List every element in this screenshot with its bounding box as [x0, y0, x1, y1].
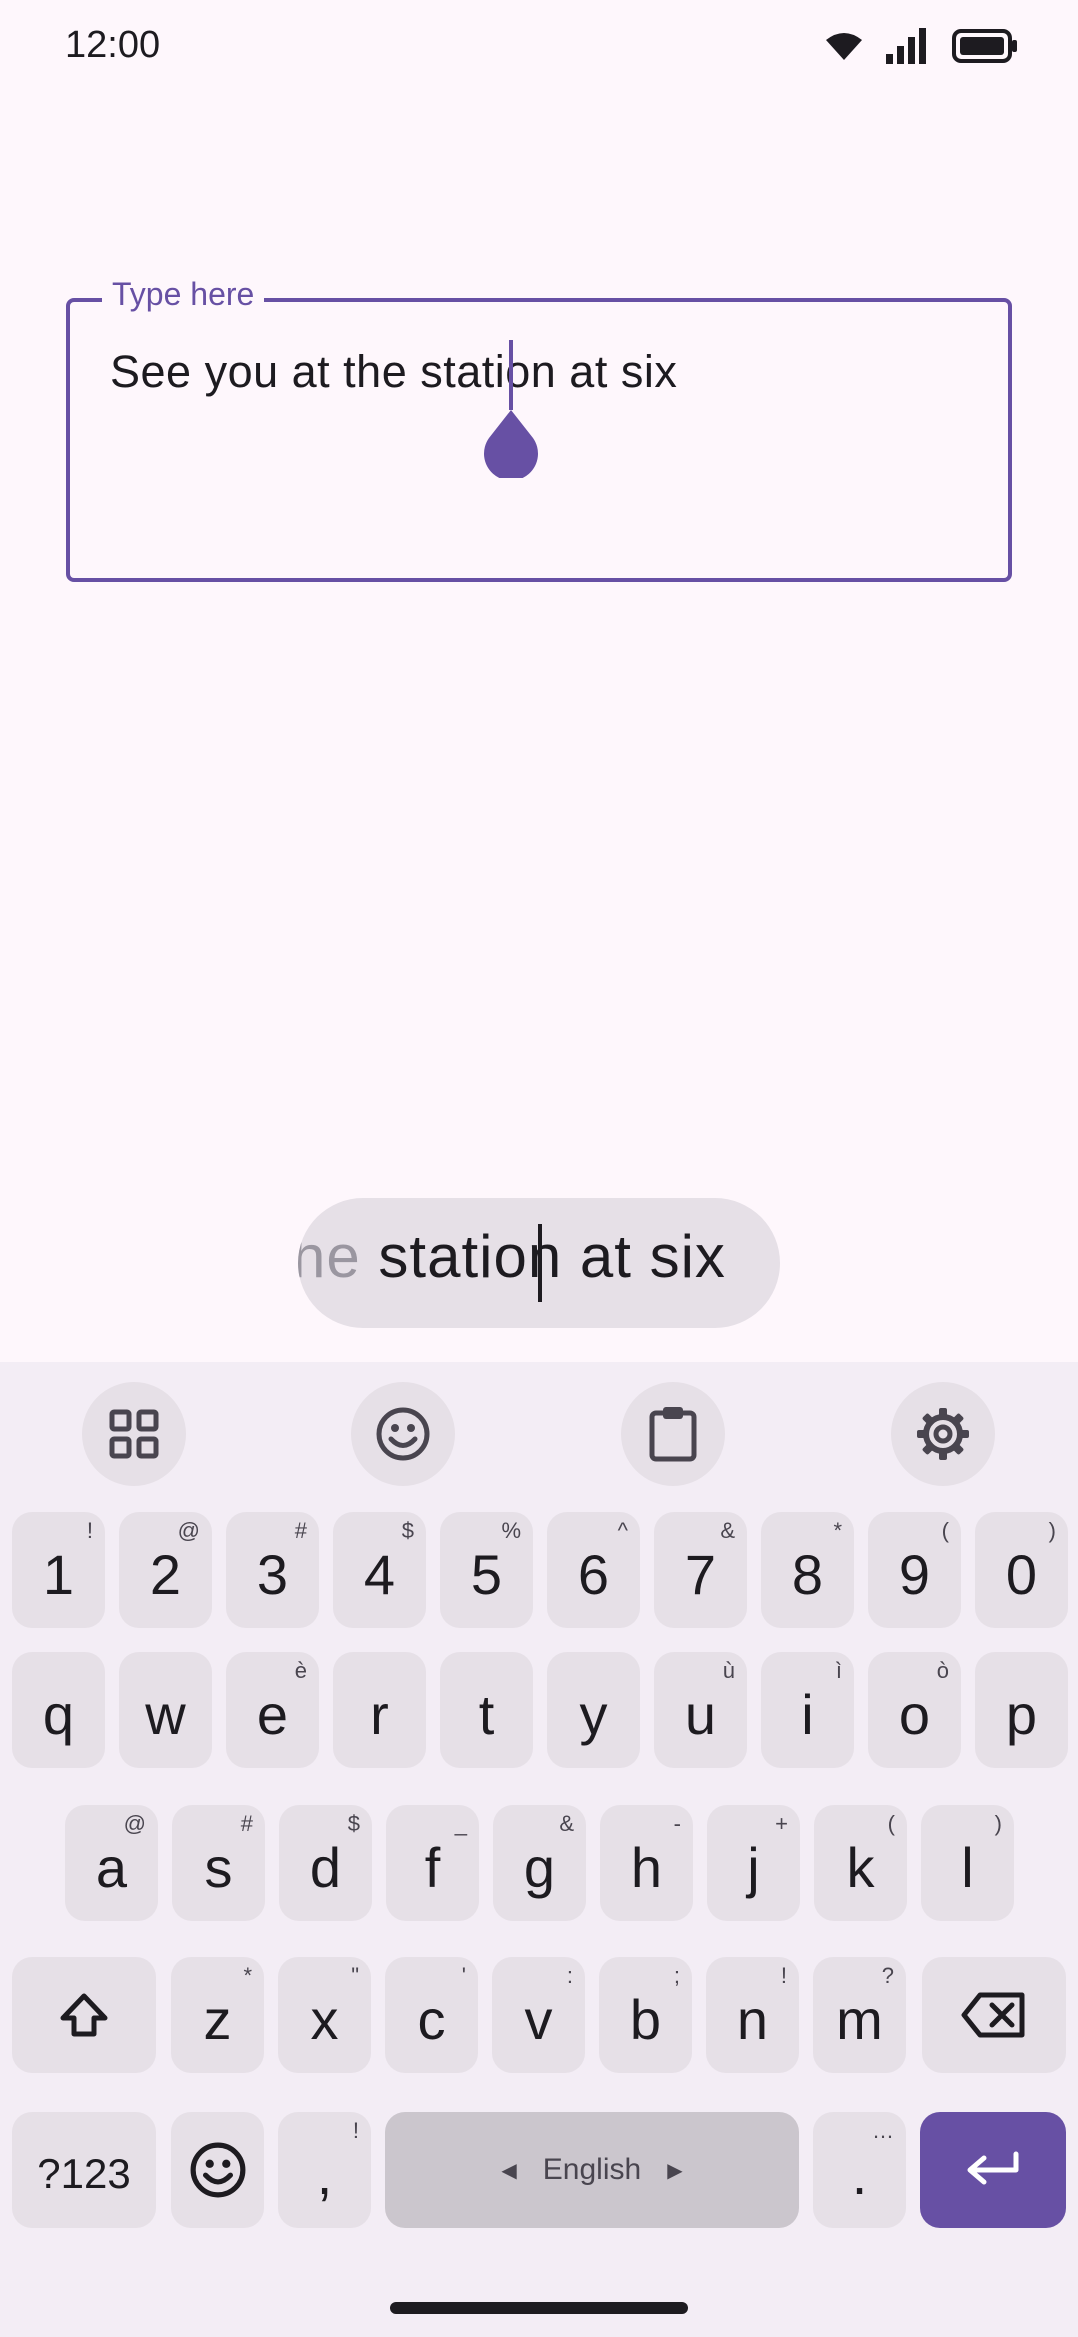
- key-4[interactable]: 4 $: [333, 1512, 426, 1628]
- key-e[interactable]: eè: [226, 1652, 319, 1768]
- key-b[interactable]: b;: [599, 1957, 692, 2073]
- key-s[interactable]: s #: [172, 1805, 265, 1921]
- space-key[interactable]: ◀ English ▶: [385, 2112, 799, 2228]
- backspace-icon: [961, 1992, 1025, 2038]
- keyboard: 1! 2 @3 #4 $5% 6 ^ 7 & 8 * 9(0) qweèrtyuùiìoòp a @ s #…: [0, 1362, 1078, 2337]
- shift-icon: [60, 1993, 108, 2037]
- magnifier-text: he station at six: [298, 1223, 726, 1290]
- arrow-right-icon: ▶: [667, 2159, 683, 2182]
- key-y[interactable]: y: [547, 1652, 640, 1768]
- key-8[interactable]: 8 *: [761, 1512, 854, 1628]
- home-indicator[interactable]: [390, 2302, 688, 2314]
- key-c[interactable]: c ': [385, 1957, 478, 2073]
- emoji-icon: [190, 2142, 245, 2198]
- key-9[interactable]: 9(: [868, 1512, 961, 1628]
- text-magnifier: he station at six: [298, 1198, 780, 1328]
- shift-key[interactable]: [12, 1957, 156, 2073]
- key-i[interactable]: iì: [761, 1652, 854, 1768]
- key-q[interactable]: q: [12, 1652, 105, 1768]
- arrow-left-icon: ◀: [501, 2159, 517, 2182]
- key-f[interactable]: f _: [386, 1805, 479, 1921]
- key-j[interactable]: j +: [707, 1805, 800, 1921]
- magnifier-cursor: [538, 1224, 542, 1302]
- status-time: 12:00: [65, 24, 161, 66]
- key-t[interactable]: t: [440, 1652, 533, 1768]
- cursor-handle[interactable]: [483, 410, 539, 481]
- emoji-key[interactable]: [171, 2112, 264, 2228]
- text-field-value[interactable]: See you at the station at six: [110, 346, 677, 398]
- emoji-icon[interactable]: [351, 1382, 455, 1486]
- key-l[interactable]: l): [921, 1805, 1014, 1921]
- settings-gear-icon[interactable]: [891, 1382, 995, 1486]
- key-w[interactable]: w: [119, 1652, 212, 1768]
- signal-icon: [886, 28, 930, 64]
- key-o[interactable]: oò: [868, 1652, 961, 1768]
- apps-grid-icon[interactable]: [82, 1382, 186, 1486]
- key-p[interactable]: p: [975, 1652, 1068, 1768]
- key-x[interactable]: x ": [278, 1957, 371, 2073]
- key-2[interactable]: 2 @: [119, 1512, 212, 1628]
- key-0[interactable]: 0): [975, 1512, 1068, 1628]
- key-1[interactable]: 1!: [12, 1512, 105, 1628]
- key-5[interactable]: 5%: [440, 1512, 533, 1628]
- symbols-key[interactable]: ?123: [12, 2112, 156, 2228]
- key-z[interactable]: z *: [171, 1957, 264, 2073]
- key-3[interactable]: 3 #: [226, 1512, 319, 1628]
- comma-key[interactable]: , !: [278, 2112, 371, 2228]
- text-field[interactable]: [66, 298, 1012, 582]
- key-g[interactable]: g &: [493, 1805, 586, 1921]
- space-key-label: English: [542, 2153, 642, 2186]
- wifi-icon: [824, 30, 864, 62]
- enter-key[interactable]: [920, 2112, 1066, 2228]
- text-field-label: Type here: [102, 276, 265, 313]
- clipboard-icon[interactable]: [621, 1382, 725, 1486]
- period-key[interactable]: . …: [813, 2112, 906, 2228]
- key-v[interactable]: v:: [492, 1957, 585, 2073]
- text-cursor: [509, 340, 513, 410]
- status-icons: [824, 28, 1018, 64]
- key-u[interactable]: uù: [654, 1652, 747, 1768]
- key-r[interactable]: r: [333, 1652, 426, 1768]
- battery-icon: [952, 29, 1018, 63]
- key-7[interactable]: 7 &: [654, 1512, 747, 1628]
- key-k[interactable]: k(: [814, 1805, 907, 1921]
- key-a[interactable]: a @: [65, 1805, 158, 1921]
- key-d[interactable]: d $: [279, 1805, 372, 1921]
- key-m[interactable]: m?: [813, 1957, 906, 2073]
- backspace-key[interactable]: [922, 1957, 1066, 2073]
- key-6[interactable]: 6 ^: [547, 1512, 640, 1628]
- key-h[interactable]: h-: [600, 1805, 693, 1921]
- enter-icon: [967, 2151, 1019, 2185]
- key-n[interactable]: n!: [706, 1957, 799, 2073]
- status-bar: 12:00: [0, 0, 1078, 100]
